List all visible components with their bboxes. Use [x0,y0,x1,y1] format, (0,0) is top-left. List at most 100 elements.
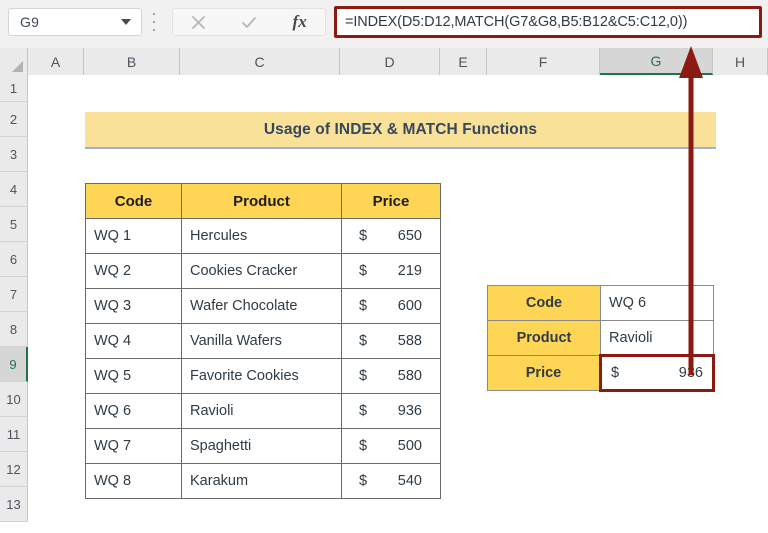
cell-code[interactable]: WQ 7 [85,428,182,464]
chevron-down-icon[interactable] [121,19,131,25]
cell-code[interactable]: WQ 8 [85,463,182,499]
cell-code[interactable]: WQ 1 [85,218,182,254]
fx-label: fx [292,12,307,31]
formula-text: =INDEX(D5:D12,MATCH(G7&G8,B5:B12&C5:C12,… [345,14,688,30]
formula-action-buttons: fx [172,8,326,36]
column-header-h[interactable]: H [713,48,768,75]
cell-code[interactable]: WQ 2 [85,253,182,289]
excel-window: G9 fx =INDEX(D5:D12,MATCH(G7&G8,B5:B12&C… [0,0,768,533]
row-header-9[interactable]: 9 [0,347,28,382]
formula-bar-grip[interactable] [150,13,158,31]
column-header-product[interactable]: Product [181,183,342,219]
select-all-corner[interactable] [0,48,28,75]
row-header-1[interactable]: 1 [0,75,28,102]
spreadsheet-grid[interactable]: Usage of INDEX & MATCH Functions Code Pr… [28,75,768,533]
row-header-2[interactable]: 2 [0,102,28,137]
lookup-value-code[interactable]: WQ 6 [600,285,714,321]
page-title: Usage of INDEX & MATCH Functions [263,120,538,138]
lookup-row-product: Product Ravioli [487,320,714,356]
column-header-code[interactable]: Code [85,183,182,219]
cell-code[interactable]: WQ 6 [85,393,182,429]
name-box[interactable]: G9 [8,8,142,36]
cell-price[interactable]: $ 650 [341,218,441,254]
table-row: WQ 7 Spaghetti $ 500 [85,428,441,464]
cell-product[interactable]: Hercules [181,218,342,254]
cell-code[interactable]: WQ 4 [85,323,182,359]
row-header-7[interactable]: 7 [0,277,28,312]
cell-price[interactable]: $ 936 [341,393,441,429]
row-header-3[interactable]: 3 [0,137,28,172]
currency-symbol: $ [359,403,368,419]
table-row: WQ 5 Favorite Cookies $ 580 [85,358,441,394]
column-header-row: A B C D E F G H [0,48,768,75]
fx-icon[interactable]: fx [279,9,321,35]
lookup-label-price: Price [487,355,601,391]
column-header-f[interactable]: F [487,48,600,75]
price-value: 650 [397,228,422,244]
currency-symbol: $ [359,298,368,314]
cell-price[interactable]: $ 500 [341,428,441,464]
row-header-4[interactable]: 4 [0,172,28,207]
column-header-b[interactable]: B [84,48,180,75]
cell-product[interactable]: Vanilla Wafers [181,323,342,359]
price-value: 219 [397,263,422,279]
row-header-11[interactable]: 11 [0,417,28,452]
cell-code[interactable]: WQ 3 [85,288,182,324]
row-header-13[interactable]: 13 [0,487,28,522]
table-row: WQ 8 Karakum $ 540 [85,463,441,499]
price-value: 588 [397,333,422,349]
check-icon[interactable] [228,9,270,35]
cell-code[interactable]: WQ 5 [85,358,182,394]
title-banner[interactable]: Usage of INDEX & MATCH Functions [85,112,716,147]
cell-product[interactable]: Favorite Cookies [181,358,342,394]
currency-symbol: $ [359,368,368,384]
formula-bar-strip: G9 fx =INDEX(D5:D12,MATCH(G7&G8,B5:B12&C… [0,0,768,48]
close-icon[interactable] [177,9,219,35]
lookup-label-code: Code [487,285,601,321]
currency-symbol: $ [359,333,368,349]
row-header-5[interactable]: 5 [0,207,28,242]
price-value: 600 [397,298,422,314]
row-header-10[interactable]: 10 [0,382,28,417]
lookup-label-product: Product [487,320,601,356]
cell-price[interactable]: $ 540 [341,463,441,499]
cell-product[interactable]: Wafer Chocolate [181,288,342,324]
column-header-a[interactable]: A [28,48,84,75]
lookup-value-price[interactable]: $ 936 [599,354,715,392]
name-box-value: G9 [20,14,40,30]
lookup-value-product[interactable]: Ravioli [600,320,714,356]
column-header-c[interactable]: C [180,48,340,75]
cell-price[interactable]: $ 219 [341,253,441,289]
cell-price[interactable]: $ 588 [341,323,441,359]
table-row: WQ 6 Ravioli $ 936 [85,393,441,429]
cell-product[interactable]: Cookies Cracker [181,253,342,289]
price-value: 500 [397,438,422,454]
cell-product[interactable]: Karakum [181,463,342,499]
column-header-price[interactable]: Price [341,183,441,219]
select-all-triangle-icon [12,61,23,72]
column-header-d[interactable]: D [340,48,440,75]
currency-symbol: $ [359,263,368,279]
column-header-g[interactable]: G [600,48,713,75]
price-value: 936 [678,365,703,381]
formula-input[interactable]: =INDEX(D5:D12,MATCH(G7&G8,B5:B12&C5:C12,… [334,6,762,38]
table-row: WQ 2 Cookies Cracker $ 219 [85,253,441,289]
cell-product[interactable]: Ravioli [181,393,342,429]
row-header-8[interactable]: 8 [0,312,28,347]
price-value: 936 [397,403,422,419]
lookup-row-code: Code WQ 6 [487,285,714,321]
row-header-12[interactable]: 12 [0,452,28,487]
currency-symbol: $ [359,228,368,244]
column-header-e[interactable]: E [440,48,487,75]
price-value: 580 [397,368,422,384]
table-header-row: Code Product Price [85,183,441,219]
cell-price[interactable]: $ 600 [341,288,441,324]
currency-symbol: $ [359,438,368,454]
price-value: 540 [397,473,422,489]
cell-product[interactable]: Spaghetti [181,428,342,464]
cell-price[interactable]: $ 580 [341,358,441,394]
product-price-table: Code Product Price WQ 1 Hercules $ 650 W… [85,183,441,499]
title-underline [85,147,716,149]
lookup-row-price: Price $ 936 [487,354,715,392]
row-header-6[interactable]: 6 [0,242,28,277]
